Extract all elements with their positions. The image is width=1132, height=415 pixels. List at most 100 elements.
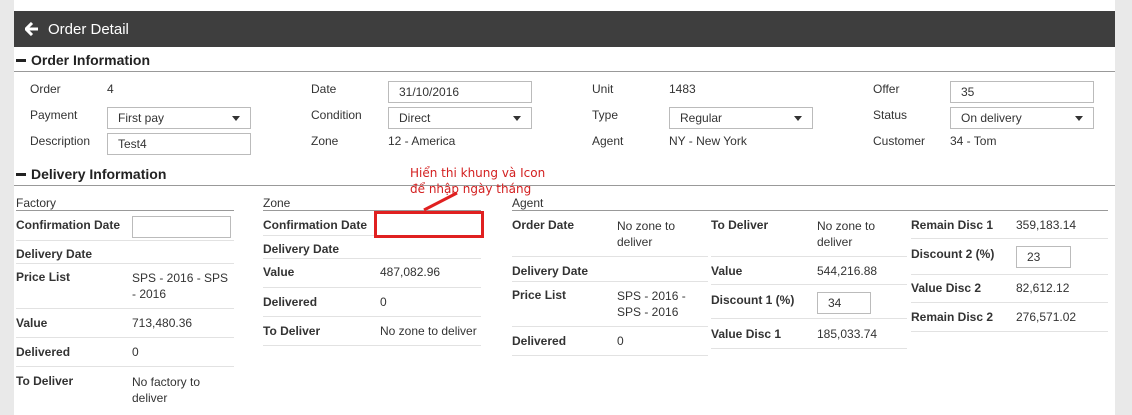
agent-value: NY - New York [669, 134, 747, 148]
page-header: Order Detail [14, 11, 1115, 47]
factory-value-value: 713,480.36 [132, 316, 193, 330]
caret-down-icon [794, 115, 802, 121]
customer-value: 34 - Tom [950, 134, 997, 148]
value-disc1-value: 185,033.74 [817, 327, 878, 341]
factory-delivery-date-label: Delivery Date [16, 247, 93, 261]
status-select-value: On delivery [961, 111, 1022, 125]
order-info-title-text: Order Information [31, 52, 151, 68]
remain-disc2-label: Remain Disc 2 [911, 310, 994, 324]
payment-select-value: First pay [118, 111, 165, 125]
divider [16, 308, 234, 309]
zone-delivery-date-label: Delivery Date [263, 242, 340, 256]
arrow-left-icon[interactable] [25, 22, 39, 36]
zone-to-deliver-value: No zone to deliver [380, 324, 477, 338]
agent-to-deliver-value: No zone to deliver [817, 219, 876, 249]
factory-confirmation-date-input[interactable] [132, 216, 231, 238]
divider [911, 238, 1108, 239]
divider [512, 210, 1108, 211]
divider [16, 240, 234, 241]
zone-value: 12 - America [388, 134, 456, 148]
divider [263, 287, 481, 288]
discount2-label: Discount 2 (%) [911, 247, 995, 261]
status-label: Status [873, 108, 908, 122]
agent-to-deliver-label: To Deliver [711, 218, 769, 232]
condition-select[interactable]: Direct [388, 107, 532, 129]
value-disc2-value: 82,612.12 [1016, 281, 1070, 295]
factory-confirmation-date-label: Confirmation Date [16, 218, 121, 232]
type-select[interactable]: Regular [669, 107, 813, 129]
page-title: Order Detail [48, 20, 129, 38]
zone-value-label: Value [263, 265, 295, 279]
remain-disc2-value: 276,571.02 [1016, 310, 1077, 324]
divider [16, 263, 234, 264]
factory-value-label: Value [16, 316, 48, 330]
zone-delivered-label: Delivered [263, 295, 318, 309]
minus-icon[interactable] [16, 58, 26, 62]
order-info-title: Order Information [16, 52, 150, 68]
divider [16, 337, 234, 338]
divider [512, 355, 708, 356]
zone-to-deliver-label: To Deliver [263, 324, 321, 338]
offer-label: Offer [873, 82, 900, 96]
zone-confirmation-date-label: Confirmation Date [263, 218, 368, 232]
divider [16, 366, 234, 367]
zone-section-title: Zone [263, 196, 291, 210]
annotation-line-1: Hiển thi khung và Icon [410, 166, 546, 180]
agent-section-title: Agent [512, 196, 544, 210]
divider [711, 348, 907, 349]
divider [512, 326, 708, 327]
agent-delivered-value: 0 [617, 334, 624, 348]
annotation-highlight-box [374, 211, 484, 238]
zone-label: Zone [311, 134, 339, 148]
divider [16, 210, 234, 211]
divider [512, 281, 708, 282]
caret-down-icon [513, 115, 521, 121]
status-select[interactable]: On delivery [950, 107, 1094, 129]
agent-order-date-value: No zone to deliver [617, 219, 676, 249]
value-disc1-label: Value Disc 1 [711, 327, 782, 341]
order-value: 4 [107, 82, 114, 96]
description-label: Description [30, 134, 91, 148]
payment-label: Payment [30, 108, 78, 122]
factory-delivered-label: Delivered [16, 345, 71, 359]
agent-value-value: 544,216.88 [817, 264, 878, 278]
zone-delivered-value: 0 [380, 295, 387, 309]
offer-input[interactable] [950, 81, 1094, 103]
divider [14, 71, 1115, 72]
discount2-input[interactable] [1016, 246, 1071, 268]
divider [512, 256, 708, 257]
agent-delivered-label: Delivered [512, 334, 567, 348]
divider [911, 274, 1108, 275]
caret-down-icon [1075, 115, 1083, 121]
divider [263, 345, 481, 346]
delivery-info-title: Delivery Information [16, 166, 166, 182]
divider [911, 331, 1108, 332]
factory-price-list-label: Price List [16, 270, 71, 284]
date-label: Date [311, 82, 337, 96]
payment-select[interactable]: First pay [107, 107, 251, 129]
date-input[interactable] [388, 81, 532, 103]
agent-price-list-value: SPS - 2016 - SPS - 2016 [617, 289, 686, 319]
caret-down-icon [232, 115, 240, 121]
remain-disc1-value: 359,183.14 [1016, 218, 1077, 232]
divider [711, 256, 907, 257]
minus-icon[interactable] [16, 172, 26, 176]
condition-select-value: Direct [399, 111, 431, 125]
annotation-arrow [423, 191, 458, 212]
factory-to-deliver-label: To Deliver [16, 374, 74, 388]
order-label: Order [30, 82, 61, 96]
value-disc2-label: Value Disc 2 [911, 281, 982, 295]
factory-delivered-value: 0 [132, 345, 139, 359]
factory-price-list-value: SPS - 2016 - SPS - 2016 [132, 271, 229, 301]
zone-value-value: 487,082.96 [380, 265, 441, 279]
description-input[interactable] [107, 133, 251, 155]
customer-label: Customer [873, 134, 926, 148]
discount1-input[interactable] [817, 292, 871, 314]
remain-disc1-label: Remain Disc 1 [911, 218, 994, 232]
divider [263, 258, 481, 259]
discount1-label: Discount 1 (%) [711, 293, 795, 307]
unit-value: 1483 [669, 82, 696, 96]
delivery-info-title-text: Delivery Information [31, 166, 167, 182]
type-label: Type [592, 108, 619, 122]
divider [711, 284, 907, 285]
